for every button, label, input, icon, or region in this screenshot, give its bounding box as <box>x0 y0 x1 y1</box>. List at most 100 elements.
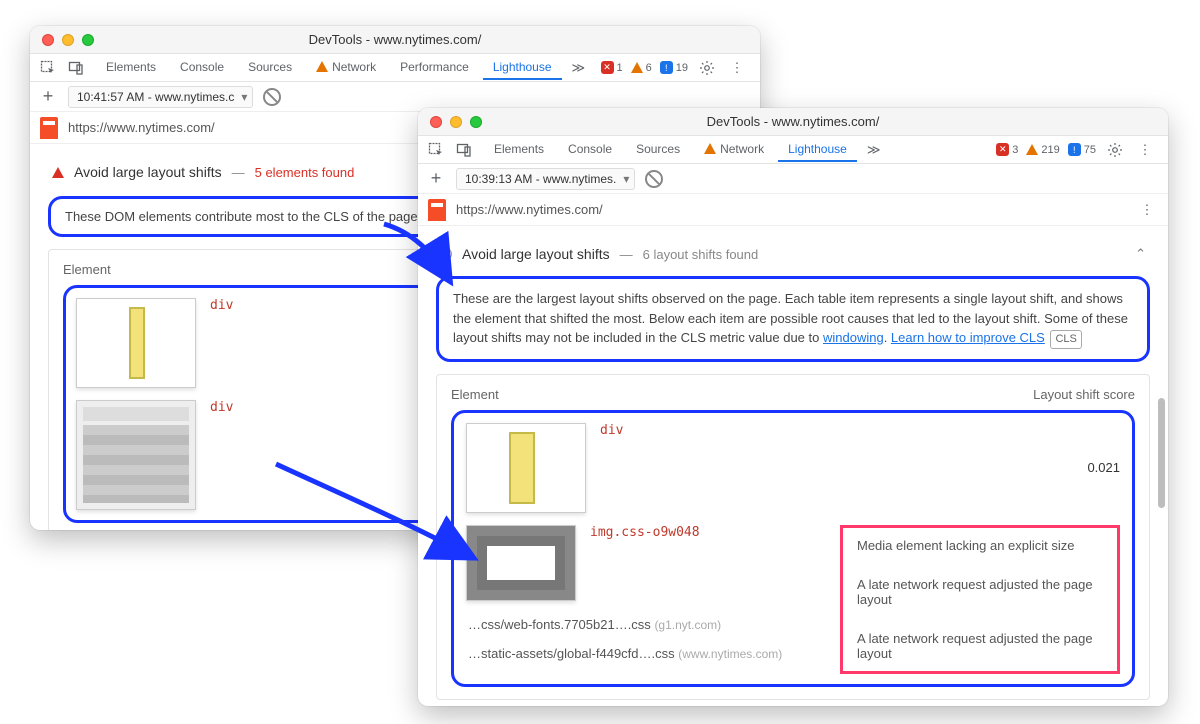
tab-network-label: Network <box>332 60 376 74</box>
warning-count[interactable]: 6 <box>631 62 652 74</box>
element-selector: div <box>600 423 623 438</box>
tab-sources[interactable]: Sources <box>626 138 690 162</box>
error-count[interactable]: ✕ 3 <box>996 143 1018 156</box>
tab-elements[interactable]: Elements <box>96 56 166 80</box>
panel-tabs: Elements Console Sources Network Lightho… <box>484 138 886 162</box>
warning-count[interactable]: 219 <box>1026 144 1059 156</box>
col-element: Element <box>451 387 499 402</box>
tab-lighthouse[interactable]: Lighthouse <box>778 138 857 162</box>
inspect-icon[interactable] <box>424 138 448 162</box>
settings-gear-icon[interactable] <box>696 57 718 79</box>
element-thumbnail <box>76 400 196 510</box>
table-header-row: Element Layout shift score <box>451 387 1135 402</box>
root-cause-list: Media element lacking an explicit size A… <box>857 538 1103 661</box>
more-tabs-icon[interactable]: ≫ <box>861 138 887 162</box>
devtools-window-right: DevTools - www.nytimes.com/ Elements Con… <box>418 108 1168 706</box>
inspect-icon[interactable] <box>36 56 60 80</box>
windowing-link[interactable]: windowing <box>823 330 884 345</box>
issue-count[interactable]: ! 19 <box>660 61 688 74</box>
report-content: Avoid large layout shifts — 6 layout shi… <box>418 226 1168 706</box>
issue-badge-icon: ! <box>660 61 673 74</box>
element-selector: img.css-o9w048 <box>590 525 700 540</box>
warning-count-num: 6 <box>646 62 652 74</box>
learn-cls-link[interactable]: Learn how to improve CLS <box>891 330 1045 345</box>
file-name: …css/web-fonts.7705b21….css <box>468 617 651 632</box>
chevron-up-icon[interactable]: ⌃ <box>1135 246 1146 262</box>
tab-lighthouse[interactable]: Lighthouse <box>483 56 562 80</box>
element-thumbnail <box>466 525 576 601</box>
kebab-menu-icon[interactable]: ⋮ <box>726 57 748 79</box>
report-dropdown[interactable]: 10:39:13 AM - www.nytimes. <box>456 168 635 190</box>
tab-elements[interactable]: Elements <box>484 138 554 162</box>
audit-title: Avoid large layout shifts <box>74 164 222 180</box>
toolbar-right-cluster: ✕ 3 219 ! 75 ⋮ <box>996 139 1162 161</box>
root-causes-callout: Media element lacking an explicit size A… <box>840 525 1120 674</box>
issue-count-num: 19 <box>676 62 688 74</box>
more-tabs-icon[interactable]: ≫ <box>566 56 592 80</box>
error-badge-icon: ✕ <box>996 143 1009 156</box>
file-host: (www.nytimes.com) <box>678 647 782 661</box>
tab-network-label: Network <box>720 142 764 156</box>
scrollbar-thumb[interactable] <box>1158 398 1165 508</box>
file-name: …static-assets/global-f449cfd….css <box>468 646 675 661</box>
audit-header[interactable]: Avoid large layout shifts — 6 layout shi… <box>436 236 1150 272</box>
tab-network[interactable]: Network <box>694 138 774 162</box>
tab-network[interactable]: Network <box>306 56 386 80</box>
report-dropdown[interactable]: 10:41:57 AM - www.nytimes.c <box>68 86 253 108</box>
devtools-toolbar: Elements Console Sources Network Perform… <box>30 54 760 82</box>
error-count-num: 1 <box>617 62 623 74</box>
window-title: DevTools - www.nytimes.com/ <box>30 32 760 47</box>
table-row[interactable]: div 0.021 <box>466 423 1120 513</box>
error-count[interactable]: ✕ 1 <box>601 61 623 74</box>
file-host: (g1.nyt.com) <box>654 618 721 632</box>
root-cause-item: A late network request adjusted the page… <box>857 577 1103 607</box>
report-url: https://www.nytimes.com/ <box>456 202 603 217</box>
root-cause-item: A late network request adjusted the page… <box>857 631 1103 661</box>
device-toggle-icon[interactable] <box>452 138 476 162</box>
warning-triangle-icon <box>631 62 643 73</box>
error-badge-icon: ✕ <box>601 61 614 74</box>
new-report-button[interactable]: + <box>426 168 446 189</box>
clear-icon[interactable] <box>645 170 663 188</box>
col-element: Element <box>63 262 111 277</box>
elements-panel: Element Layout shift score div 0.021 img… <box>436 374 1150 700</box>
element-selector: div <box>210 298 233 313</box>
lighthouse-logo-icon <box>40 117 58 139</box>
issue-count[interactable]: ! 75 <box>1068 143 1096 156</box>
clear-icon[interactable] <box>263 88 281 106</box>
cls-badge: CLS <box>1050 330 1081 349</box>
issue-count-num: 75 <box>1084 144 1096 156</box>
tab-console[interactable]: Console <box>170 56 234 80</box>
col-score: Layout shift score <box>1033 387 1135 402</box>
new-report-button[interactable]: + <box>38 86 58 107</box>
audit-fail-icon <box>52 167 64 178</box>
titlebar: DevTools - www.nytimes.com/ <box>418 108 1168 136</box>
table-row[interactable]: img.css-o9w048 <box>466 525 822 601</box>
panel-tabs: Elements Console Sources Network Perform… <box>96 56 591 80</box>
tab-sources[interactable]: Sources <box>238 56 302 80</box>
element-selector: div <box>210 400 233 415</box>
device-toggle-icon[interactable] <box>64 56 88 80</box>
audit-subtitle: 6 layout shifts found <box>643 247 759 262</box>
audit-description: These DOM elements contribute most to th… <box>65 209 421 224</box>
layout-shift-score: 0.021 <box>1087 460 1120 475</box>
description-callout: These are the largest layout shifts obse… <box>436 276 1150 362</box>
tab-console[interactable]: Console <box>558 138 622 162</box>
list-item[interactable]: …css/web-fonts.7705b21….css (g1.nyt.com) <box>468 617 822 632</box>
kebab-menu-icon[interactable]: ⋮ <box>1134 139 1156 161</box>
warning-triangle-icon <box>704 143 716 154</box>
report-url-row: https://www.nytimes.com/ ⋮ <box>418 194 1168 226</box>
toolbar-right-cluster: ✕ 1 6 ! 19 ⋮ <box>601 57 755 79</box>
devtools-toolbar: Elements Console Sources Network Lightho… <box>418 136 1168 164</box>
issue-badge-icon: ! <box>1068 143 1081 156</box>
window-title: DevTools - www.nytimes.com/ <box>418 114 1168 129</box>
report-menu-icon[interactable]: ⋮ <box>1136 199 1158 221</box>
audit-description-mid: . <box>884 330 891 345</box>
list-item[interactable]: …static-assets/global-f449cfd….css (www.… <box>468 646 822 661</box>
related-files: …css/web-fonts.7705b21….css (g1.nyt.com)… <box>466 617 822 661</box>
element-thumbnail <box>466 423 586 513</box>
report-selector-row: + 10:39:13 AM - www.nytimes. <box>418 164 1168 194</box>
tab-performance[interactable]: Performance <box>390 56 479 80</box>
settings-gear-icon[interactable] <box>1104 139 1126 161</box>
root-cause-item: Media element lacking an explicit size <box>857 538 1103 553</box>
